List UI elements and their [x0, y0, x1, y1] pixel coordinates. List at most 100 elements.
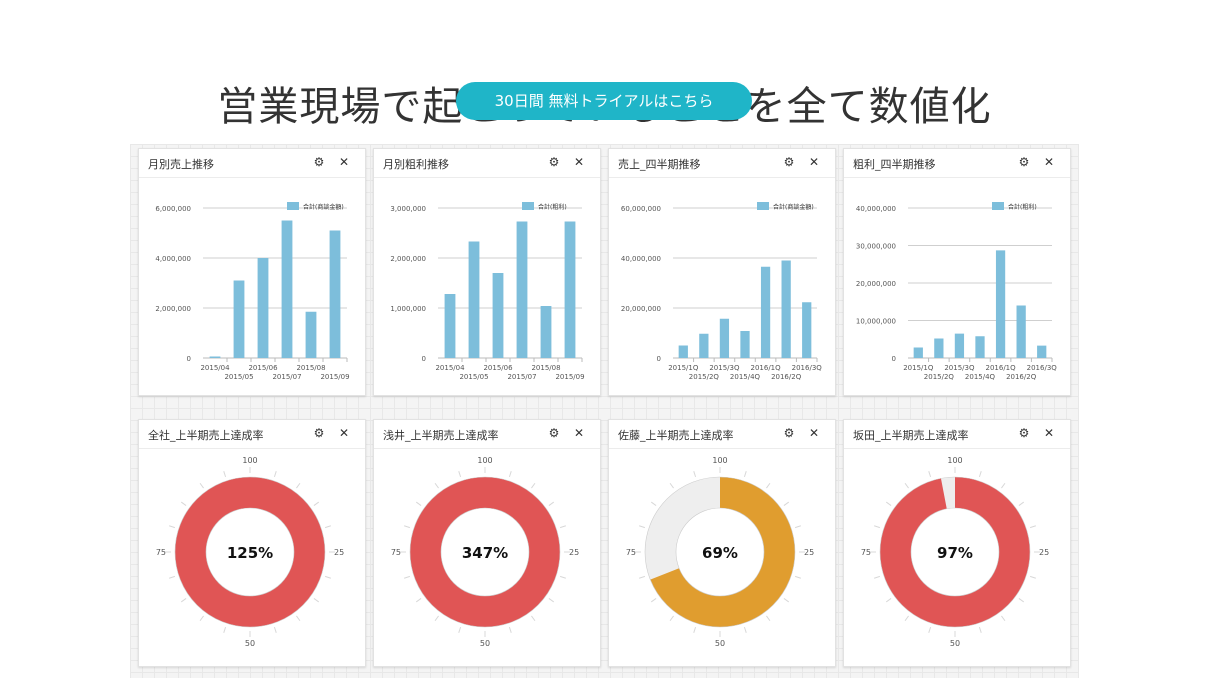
close-icon[interactable]: ✕ — [336, 154, 352, 170]
bar — [699, 333, 709, 358]
gauge-label-left: 75 — [861, 548, 871, 557]
x-tick-label: 2015/04 — [435, 364, 465, 372]
x-tick-label: 2015/07 — [272, 373, 301, 381]
widget-header: 全社_上半期売上達成率 ⚙ ✕ — [139, 420, 365, 449]
gauge-label-bottom: 50 — [245, 639, 255, 648]
close-icon[interactable]: ✕ — [571, 154, 587, 170]
bar — [760, 266, 771, 358]
widget-title: 佐藤_上半期売上達成率 — [618, 429, 734, 442]
gauge-value: 347% — [462, 544, 508, 562]
free-trial-button[interactable]: 30日間 無料トライアルはこちら — [456, 82, 752, 120]
widget-title: 月別粗利推移 — [383, 158, 449, 171]
y-tick-label: 40,000,000 — [621, 255, 661, 263]
widget-monthly-profit: 月別粗利推移 ⚙ ✕ 0 1,000,000 2,000,000 3,000,000 合… — [373, 148, 601, 396]
y-tick-label: 2,000,000 — [390, 255, 426, 263]
gauge-tick — [404, 525, 411, 529]
gauge-tick — [324, 525, 331, 529]
gauge-tick — [404, 575, 411, 579]
gear-icon[interactable]: ⚙ — [311, 425, 327, 441]
y-tick-label: 10,000,000 — [856, 318, 896, 326]
y-tick-label: 30,000,000 — [856, 243, 896, 251]
y-tick-label: 3,000,000 — [390, 205, 426, 213]
gauge-label-top: 100 — [947, 456, 962, 465]
bar — [913, 347, 923, 358]
close-icon[interactable]: ✕ — [806, 154, 822, 170]
y-tick-label: 0 — [892, 355, 896, 363]
gear-icon[interactable]: ⚙ — [311, 154, 327, 170]
widget-header: 佐藤_上半期売上達成率 ⚙ ✕ — [609, 420, 835, 449]
gauge-tick — [296, 615, 301, 622]
x-tick-label: 2015/4Q — [965, 373, 996, 381]
close-icon[interactable]: ✕ — [571, 425, 587, 441]
gauge-chart: 100 25 50 75 97% — [861, 456, 1049, 648]
bar-chart: 0 2,000,000 4,000,000 6,000,000 合計(商談金額) 2015… — [155, 202, 350, 381]
widget-title: 全社_上半期売上達成率 — [148, 429, 264, 442]
gauge-label-bottom: 50 — [715, 639, 725, 648]
gauge-tick — [766, 615, 771, 622]
close-icon[interactable]: ✕ — [336, 425, 352, 441]
gauge-value: 97% — [937, 544, 973, 562]
gauge-tick — [273, 471, 277, 478]
widget-monthly-sales: 月別売上推移 ⚙ ✕ 0 2,000,000 4,000,000 6,000,000 合… — [138, 148, 366, 396]
bar — [305, 311, 317, 358]
gauge-tick — [874, 525, 881, 529]
gauge-label-bottom: 50 — [480, 639, 490, 648]
gear-icon[interactable]: ⚙ — [781, 425, 797, 441]
gauge-label-right: 25 — [1039, 548, 1049, 557]
widget-header: 月別売上推移 ⚙ ✕ — [139, 149, 365, 178]
bar — [995, 250, 1006, 358]
gauge-label-right: 25 — [804, 548, 814, 557]
gauge-tick — [223, 626, 227, 633]
gauge-tick — [1018, 598, 1025, 603]
gear-icon[interactable]: ⚙ — [1016, 425, 1032, 441]
gauge-tick — [508, 471, 512, 478]
gauge-tick — [650, 501, 657, 506]
bar — [492, 273, 504, 358]
close-icon[interactable]: ✕ — [806, 425, 822, 441]
widget-title: 粗利_四半期推移 — [853, 158, 936, 171]
close-icon[interactable]: ✕ — [1041, 154, 1057, 170]
gauge-label-right: 25 — [569, 548, 579, 557]
legend-label: 合計(商談金額) — [773, 203, 814, 211]
gear-icon[interactable]: ⚙ — [1016, 154, 1032, 170]
bar — [954, 333, 965, 358]
gauge-tick — [885, 501, 892, 506]
gauge-label-top: 100 — [242, 456, 257, 465]
bar — [257, 258, 269, 358]
gear-icon[interactable]: ⚙ — [781, 154, 797, 170]
bar-chart: 0 10,000,000 20,000,000 30,000,000 40,000,00… — [856, 202, 1058, 381]
x-tick-label: 2016/2Q — [1006, 373, 1037, 381]
bar — [444, 294, 456, 358]
x-tick-label: 2016/1Q — [986, 364, 1017, 372]
gauge-tick — [743, 471, 747, 478]
bar — [781, 260, 791, 358]
gauge-tick — [199, 482, 204, 489]
bar — [975, 336, 985, 358]
gauge-tick — [434, 482, 439, 489]
gauge-tick — [180, 501, 187, 506]
bar — [740, 331, 750, 358]
widget-title: 坂田_上半期売上達成率 — [853, 429, 969, 442]
gauge-tick — [743, 626, 747, 633]
gauge-chart: 100 25 50 75 69% — [626, 456, 814, 648]
gauge-tick — [650, 598, 657, 603]
gear-icon[interactable]: ⚙ — [546, 154, 562, 170]
gauge-tick — [794, 575, 801, 579]
legend-label: 合計(粗利) — [1008, 203, 1037, 211]
x-tick-label: 2015/08 — [531, 364, 560, 372]
gauge-tick — [978, 626, 982, 633]
close-icon[interactable]: ✕ — [1041, 425, 1057, 441]
gear-icon[interactable]: ⚙ — [546, 425, 562, 441]
x-tick-label: 2016/3Q — [1027, 364, 1058, 372]
widget-title: 月別売上推移 — [148, 158, 214, 171]
legend-label: 合計(商談金額) — [303, 203, 344, 211]
dashboard-board: 月別売上推移 ⚙ ✕ 0 2,000,000 4,000,000 6,000,000 合… — [130, 144, 1079, 678]
gauge-chart: 100 25 50 75 125% — [156, 456, 344, 648]
gauge-chart: 100 25 50 75 347% — [391, 456, 579, 648]
widget-title: 売上_四半期推移 — [618, 158, 701, 171]
gauge-tick — [693, 471, 697, 478]
bar — [719, 318, 730, 358]
x-tick-label: 2015/2Q — [924, 373, 955, 381]
bar — [329, 230, 341, 358]
gauge-tick — [296, 482, 301, 489]
